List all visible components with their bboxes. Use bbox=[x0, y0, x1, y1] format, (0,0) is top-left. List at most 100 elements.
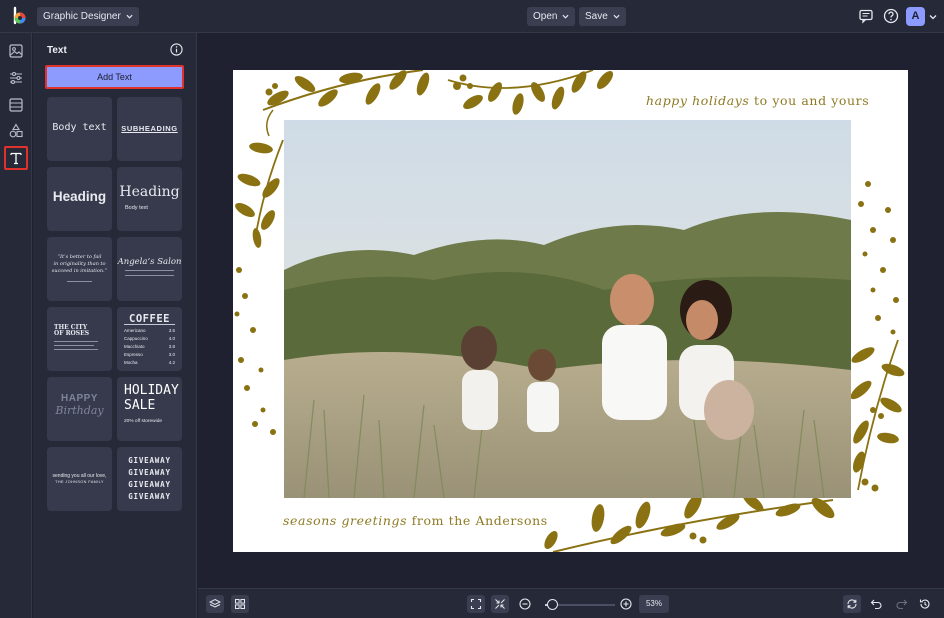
tile-text: 20% off storewide bbox=[124, 419, 163, 424]
greeting-bottom-script: seasons greetings bbox=[283, 513, 408, 528]
holiday-card-canvas[interactable]: happy holidays to you and yours seasons … bbox=[233, 70, 908, 552]
layers-icon bbox=[209, 598, 221, 608]
tile-text: HAPPY bbox=[61, 393, 98, 404]
menu-item: Macchiato bbox=[124, 344, 145, 349]
text-panel: Text Add Text Body text SUBHEADING Headi… bbox=[33, 33, 197, 618]
text-style-tile[interactable]: Body text bbox=[47, 97, 112, 161]
greeting-top-script: happy holidays bbox=[646, 93, 750, 108]
text-style-tile[interactable]: “It’s better to fail in originality than… bbox=[47, 237, 112, 301]
tile-text: SALE bbox=[124, 398, 156, 413]
text-style-tile[interactable]: SUBHEADING bbox=[117, 97, 182, 161]
menu-price: 3.5 bbox=[168, 328, 175, 333]
tile-text: GIVEAWAY bbox=[128, 468, 171, 477]
zoom-slider-handle[interactable] bbox=[546, 599, 558, 610]
chevron-down-icon bbox=[613, 14, 620, 19]
top-bar: Graphic Designer Open Save A bbox=[0, 0, 944, 33]
tile-text: GIVEAWAY bbox=[128, 480, 171, 489]
tile-text: OF ROSES bbox=[54, 330, 90, 337]
adjustments-tool-icon[interactable] bbox=[7, 69, 25, 87]
tile-text: Heading bbox=[119, 184, 180, 200]
greeting-top-rest: to you and yours bbox=[749, 93, 870, 108]
save-label: Save bbox=[585, 11, 608, 22]
menu-item: Espresso bbox=[124, 352, 143, 357]
text-tool-icon bbox=[10, 152, 22, 165]
templates-tool-icon[interactable] bbox=[7, 96, 25, 114]
tile-text: in originality than to bbox=[53, 261, 106, 267]
text-style-tile[interactable]: HAPPY Birthday bbox=[47, 377, 112, 441]
text-style-tile[interactable]: Heading bbox=[47, 167, 112, 231]
undo-icon[interactable] bbox=[870, 598, 883, 610]
text-style-tile[interactable]: Heading Body text bbox=[117, 167, 182, 231]
tool-rail bbox=[0, 33, 32, 618]
actual-size-button[interactable] bbox=[491, 595, 509, 613]
text-style-tile[interactable]: Angela’s Salon bbox=[117, 237, 182, 301]
zoom-in-icon[interactable] bbox=[620, 598, 632, 610]
help-icon[interactable] bbox=[882, 7, 900, 25]
greeting-bottom-text[interactable]: seasons greetings from the Andersons bbox=[283, 513, 548, 528]
refresh-button[interactable] bbox=[843, 595, 861, 613]
tile-text: Angela’s Salon bbox=[117, 257, 182, 267]
text-style-tile[interactable]: sending you all our love, THE JOHNSON FA… bbox=[47, 447, 112, 511]
tile-text: HOLIDAY bbox=[124, 383, 179, 398]
decorative-line bbox=[54, 349, 98, 350]
menu-item: Mocha bbox=[124, 360, 138, 365]
tile-text: GIVEAWAY bbox=[128, 492, 171, 501]
chevron-down-icon bbox=[562, 14, 569, 19]
greeting-bottom-rest: from the Andersons bbox=[407, 513, 548, 528]
tile-text: Body text bbox=[125, 205, 148, 211]
bottom-toolbar: 53% bbox=[198, 588, 944, 618]
decorative-line bbox=[125, 270, 174, 271]
decorative-line bbox=[125, 275, 174, 276]
menu-price: 4.2 bbox=[168, 360, 175, 365]
tile-text: Heading bbox=[52, 189, 107, 204]
decorative-line bbox=[124, 324, 175, 325]
graphics-tool-icon[interactable] bbox=[7, 122, 25, 140]
decorative-line bbox=[54, 345, 94, 346]
text-style-tile[interactable]: GIVEAWAY GIVEAWAY GIVEAWAY GIVEAWAY bbox=[117, 447, 182, 511]
panel-title: Text bbox=[47, 45, 67, 56]
save-menu-button[interactable]: Save bbox=[579, 7, 626, 26]
menu-price: 3.8 bbox=[168, 344, 175, 349]
zoom-out-icon[interactable] bbox=[519, 598, 531, 610]
chevron-down-icon[interactable] bbox=[929, 13, 937, 21]
add-text-button[interactable]: Add Text bbox=[45, 65, 184, 89]
decorative-line bbox=[54, 341, 98, 342]
menu-item: Cappuccino bbox=[124, 336, 148, 341]
user-avatar[interactable]: A bbox=[906, 7, 925, 26]
tile-text: Birthday bbox=[55, 404, 104, 417]
design-stage: happy holidays to you and yours seasons … bbox=[198, 33, 944, 588]
decorative-line bbox=[67, 281, 92, 282]
text-style-tile[interactable]: THE CITY OF ROSES bbox=[47, 307, 112, 371]
fit-screen-icon bbox=[470, 598, 482, 610]
tile-text: sending you all our love, bbox=[52, 473, 107, 479]
text-tool-button[interactable] bbox=[4, 146, 28, 170]
menu-price: 3.0 bbox=[168, 352, 175, 357]
redo-icon[interactable] bbox=[895, 598, 908, 610]
layers-button[interactable] bbox=[206, 595, 224, 613]
chevron-down-icon bbox=[126, 14, 133, 19]
menu-item: Americano bbox=[124, 328, 146, 333]
open-label: Open bbox=[533, 11, 558, 22]
tile-text: “It’s better to fail bbox=[57, 254, 102, 260]
grid-view-button[interactable] bbox=[231, 595, 249, 613]
history-icon[interactable] bbox=[919, 598, 931, 610]
tile-text: SUBHEADING bbox=[121, 124, 178, 133]
comments-icon[interactable] bbox=[857, 7, 875, 25]
fit-to-screen-button[interactable] bbox=[467, 595, 485, 613]
menu-price: 4.0 bbox=[168, 336, 175, 341]
text-style-tile[interactable]: COFFEE Americano Cappuccino Macchiato Es… bbox=[117, 307, 182, 371]
app-logo-icon[interactable] bbox=[9, 6, 29, 26]
tile-text: Body text bbox=[52, 122, 107, 133]
open-menu-button[interactable]: Open bbox=[527, 7, 576, 26]
refresh-icon bbox=[847, 599, 857, 609]
actual-size-icon bbox=[495, 599, 505, 609]
project-type-dropdown[interactable]: Graphic Designer bbox=[37, 7, 139, 26]
greeting-top-text[interactable]: happy holidays to you and yours bbox=[646, 93, 869, 108]
text-style-tile[interactable]: HOLIDAY SALE 20% off storewide bbox=[117, 377, 182, 441]
zoom-level[interactable]: 53% bbox=[639, 595, 669, 613]
project-type-label: Graphic Designer bbox=[43, 11, 121, 22]
tile-text: GIVEAWAY bbox=[128, 456, 171, 465]
family-photo[interactable] bbox=[284, 120, 851, 498]
info-icon[interactable] bbox=[170, 43, 183, 56]
image-tool-icon[interactable] bbox=[7, 42, 25, 60]
